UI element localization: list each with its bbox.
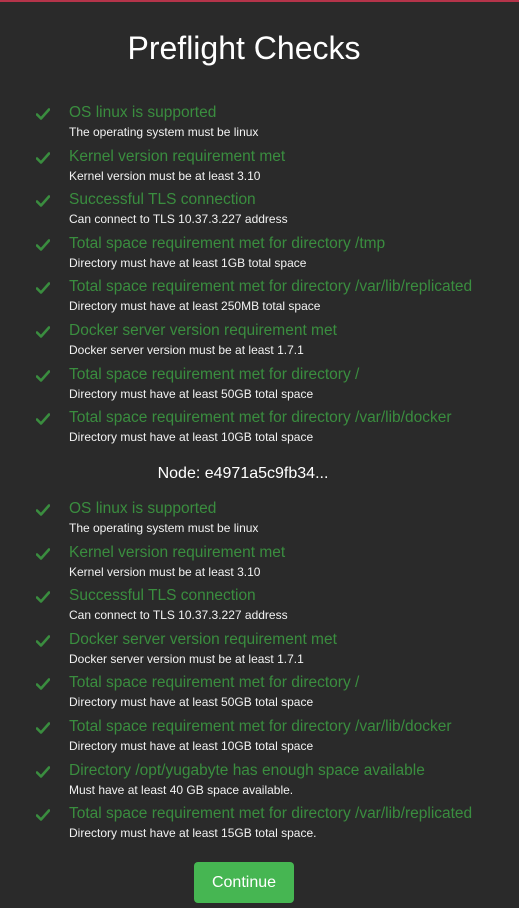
page-title: Preflight Checks [127, 30, 361, 66]
check-title: Total space requirement met for director… [69, 409, 452, 427]
check-description: Directory must have at least 10GB total … [69, 430, 314, 445]
checkmark-icon [36, 765, 50, 778]
check-description: Directory must have at least 50GB total … [69, 386, 314, 401]
checkmark-icon [36, 678, 50, 691]
check-description: Kernel version must be at least 3.10 [69, 168, 261, 183]
check-title: Total space requirement met for director… [69, 717, 452, 735]
check-description: The operating system must be linux [69, 125, 259, 139]
check-description: Directory must have at least 10GB total … [69, 738, 314, 753]
checkmark-icon [36, 151, 50, 164]
check-item: Total space requirement met for director… [0, 364, 519, 408]
checkmark-icon [36, 634, 50, 647]
checkmark-icon [36, 809, 50, 821]
check-item: OS linux is supported The operating syst… [0, 498, 519, 542]
check-description: Docker server version must be at least 1… [69, 342, 304, 357]
check-description: The operating system must be linux [69, 521, 259, 535]
check-description: Must have at least 40 GB space available… [69, 782, 294, 797]
preflight-check-list-node: OS linux is supported The operating syst… [0, 498, 519, 847]
check-title: Kernel version requirement met [69, 543, 286, 561]
check-description: Directory must have at least 1GB total s… [69, 255, 307, 270]
check-title: OS linux is supported [69, 104, 217, 121]
check-item: Total space requirement met for director… [0, 407, 519, 451]
check-item: OS linux is supported The operating syst… [0, 102, 519, 146]
check-description: Directory must have at least 50GB total … [69, 695, 314, 710]
check-title: Total space requirement met for director… [69, 234, 386, 252]
checkmark-icon [36, 591, 50, 603]
checkmark-icon [36, 547, 50, 560]
check-title: Total space requirement met for director… [69, 674, 360, 692]
preflight-check-list-primary: OS linux is supported The operating syst… [0, 102, 519, 451]
check-item: Successful TLS connection Can connect to… [0, 189, 519, 233]
check-description: Can connect to TLS 10.37.3.227 address [69, 212, 288, 227]
check-item: Total space requirement met for director… [0, 233, 519, 277]
check-title: Total space requirement met for director… [69, 278, 473, 296]
check-description: Directory must have at least 15GB total … [69, 826, 317, 841]
check-item: Total space requirement met for director… [0, 672, 519, 716]
check-item: Successful TLS connection Can connect to… [0, 585, 519, 629]
check-title: Successful TLS connection [69, 191, 256, 209]
checkmark-icon [36, 504, 50, 516]
check-title: Directory /opt/yugabyte has enough space… [69, 761, 425, 779]
check-item: Total space requirement met for director… [0, 276, 519, 320]
check-title: Docker server version requirement met [69, 630, 337, 648]
top-accent-bar [0, 0, 519, 2]
checkmark-icon [36, 369, 50, 382]
check-item: Kernel version requirement met Kernel ve… [0, 146, 519, 190]
continue-button[interactable]: Continue [194, 862, 294, 903]
check-item: Docker server version requirement met Do… [0, 629, 519, 673]
check-title: Successful TLS connection [69, 587, 256, 605]
check-description: Can connect to TLS 10.37.3.227 address [69, 608, 288, 623]
checkmark-icon [36, 326, 50, 338]
checkmark-icon [36, 282, 50, 295]
check-title: Total space requirement met for director… [69, 805, 473, 823]
check-title: Kernel version requirement met [69, 147, 286, 165]
check-description: Docker server version must be at least 1… [69, 651, 304, 666]
checkmark-icon [36, 413, 50, 425]
node-label: Node: e4971a5c9fb34... [157, 465, 329, 482]
check-description: Directory must have at least 250MB total… [69, 299, 321, 314]
checkmark-icon [36, 238, 50, 251]
checkmark-icon [36, 722, 50, 734]
checkmark-icon [36, 195, 50, 207]
check-item: Directory /opt/yugabyte has enough space… [0, 760, 519, 804]
check-title: OS linux is supported [69, 500, 217, 517]
check-title: Total space requirement met for director… [69, 365, 360, 383]
check-item: Total space requirement met for director… [0, 803, 519, 847]
check-title: Docker server version requirement met [69, 321, 337, 339]
checkmark-icon [36, 108, 50, 120]
check-item: Docker server version requirement met Do… [0, 320, 519, 364]
check-description: Kernel version must be at least 3.10 [69, 564, 261, 579]
check-item: Kernel version requirement met Kernel ve… [0, 542, 519, 586]
check-item: Total space requirement met for director… [0, 716, 519, 760]
